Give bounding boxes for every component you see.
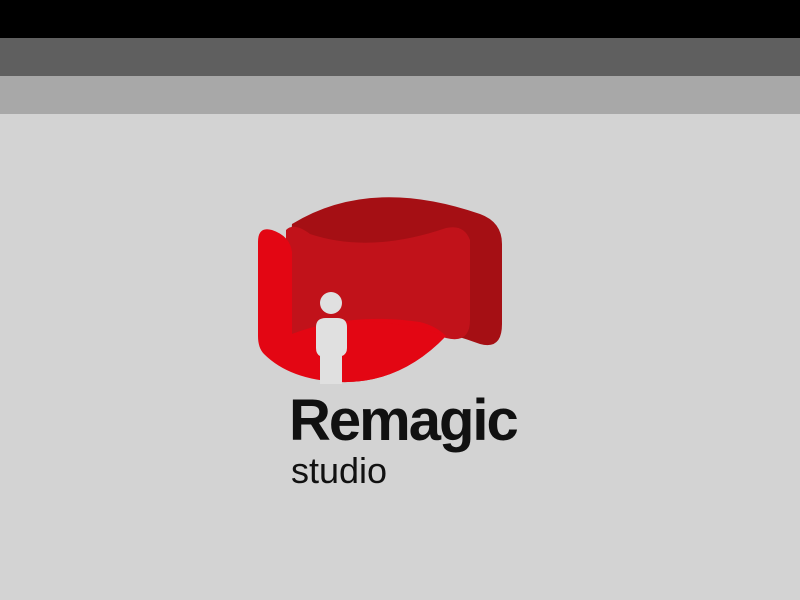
- logo-overlap-shade: [292, 321, 446, 383]
- window-title-bar: [0, 38, 800, 76]
- brand-name: Remagic: [289, 388, 519, 453]
- remagic-studio-logo-icon: [258, 197, 502, 384]
- brand-subtitle: studio: [291, 450, 388, 491]
- logo-person-head: [320, 292, 342, 314]
- splash-screen: Remagic studio: [0, 0, 800, 600]
- top-black-bar: [0, 0, 800, 38]
- toolbar-strip: [0, 76, 800, 114]
